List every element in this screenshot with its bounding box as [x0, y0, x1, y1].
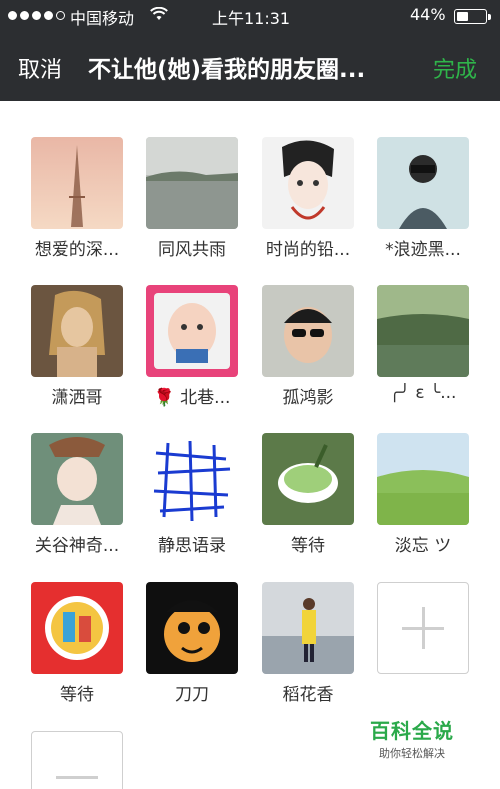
- done-button[interactable]: 完成: [433, 52, 477, 84]
- friend-avatar[interactable]: [262, 137, 354, 229]
- friend-avatar[interactable]: [262, 433, 354, 525]
- page-title: 不让他(她)看我的朋友圈...: [88, 57, 366, 83]
- status-time: 上午11:31: [212, 9, 291, 28]
- carrier-name: 中国移动: [70, 9, 135, 28]
- header: 中国移动 上午11:31 44% 取消 不让他(她)看我的朋友圈... 完成: [0, 0, 500, 101]
- friend-item[interactable]: 稻花香: [262, 582, 354, 705]
- friend-avatar[interactable]: [146, 433, 238, 525]
- watermark-title: 百科全说: [370, 719, 454, 743]
- friend-item[interactable]: *浪迹黑...: [377, 137, 469, 260]
- friend-avatar[interactable]: [262, 285, 354, 377]
- friend-name: 孤鸿影: [282, 388, 334, 408]
- battery-percent: 44%: [410, 5, 446, 24]
- friend-item[interactable]: 潇洒哥: [31, 285, 123, 408]
- friend-name: 等待: [60, 685, 94, 705]
- friend-name: 静思语录: [158, 536, 226, 556]
- friend-avatar[interactable]: [377, 433, 469, 525]
- signal-strength-icon: [8, 11, 65, 20]
- friend-grid: 想爱的深... 同风共雨 时尚的铅... *浪迹黑... 潇洒哥 🌹 北巷...: [0, 101, 500, 789]
- add-member-item[interactable]: [377, 582, 469, 674]
- friend-item[interactable]: 刀刀: [146, 582, 238, 705]
- plus-icon-vertical: [422, 607, 425, 649]
- friend-item[interactable]: 关谷神奇...: [31, 433, 123, 556]
- friend-name: 🌹 北巷...: [153, 388, 231, 408]
- friend-name: 潇洒哥: [51, 388, 103, 408]
- minus-icon: [56, 776, 98, 779]
- add-member-button[interactable]: [377, 582, 469, 674]
- friend-avatar[interactable]: [31, 285, 123, 377]
- status-bar: 中国移动 上午11:31 44%: [0, 0, 500, 32]
- wifi-icon: [150, 7, 168, 20]
- friend-item[interactable]: 等待: [31, 582, 123, 705]
- friend-item[interactable]: 想爱的深...: [31, 137, 123, 260]
- cancel-button[interactable]: 取消: [18, 52, 62, 84]
- friend-avatar[interactable]: [31, 433, 123, 525]
- friend-item[interactable]: 淡忘 ツ: [377, 433, 469, 556]
- friend-name: *浪迹黑...: [385, 240, 461, 260]
- friend-item[interactable]: 同风共雨: [146, 137, 238, 260]
- friend-item[interactable]: ╭╯ ε ╰...: [377, 285, 469, 403]
- watermark: 百科全说 助你轻松解决: [362, 715, 462, 761]
- battery-icon: [454, 9, 491, 24]
- friend-name: 时尚的铅...: [265, 240, 351, 260]
- friend-avatar[interactable]: [146, 582, 238, 674]
- friend-name: 等待: [291, 536, 325, 556]
- friend-name: 关谷神奇...: [34, 536, 120, 556]
- friend-avatar[interactable]: [31, 137, 123, 229]
- friend-name: ╭╯ ε ╰...: [389, 383, 457, 403]
- friend-name: 稻花香: [282, 685, 334, 705]
- friend-avatar[interactable]: [146, 137, 238, 229]
- friend-avatar[interactable]: [377, 285, 469, 377]
- friend-name: 刀刀: [175, 685, 209, 705]
- friend-avatar[interactable]: [146, 285, 238, 377]
- friend-avatar[interactable]: [377, 137, 469, 229]
- watermark-subtitle: 助你轻松解决: [379, 747, 445, 760]
- navigation-bar: 取消 不让他(她)看我的朋友圈... 完成: [0, 32, 500, 101]
- friend-name: 淡忘 ツ: [394, 536, 452, 556]
- friend-item[interactable]: 🌹 北巷...: [146, 285, 238, 408]
- friend-avatar[interactable]: [31, 582, 123, 674]
- friend-name: 同风共雨: [158, 240, 226, 260]
- friend-avatar[interactable]: [262, 582, 354, 674]
- remove-member-item[interactable]: [31, 731, 123, 789]
- remove-member-button[interactable]: [31, 731, 123, 789]
- friend-item[interactable]: 静思语录: [146, 433, 238, 556]
- friend-item[interactable]: 等待: [262, 433, 354, 556]
- friend-name: 想爱的深...: [34, 240, 120, 260]
- friend-item[interactable]: 时尚的铅...: [262, 137, 354, 260]
- friend-item[interactable]: 孤鸿影: [262, 285, 354, 408]
